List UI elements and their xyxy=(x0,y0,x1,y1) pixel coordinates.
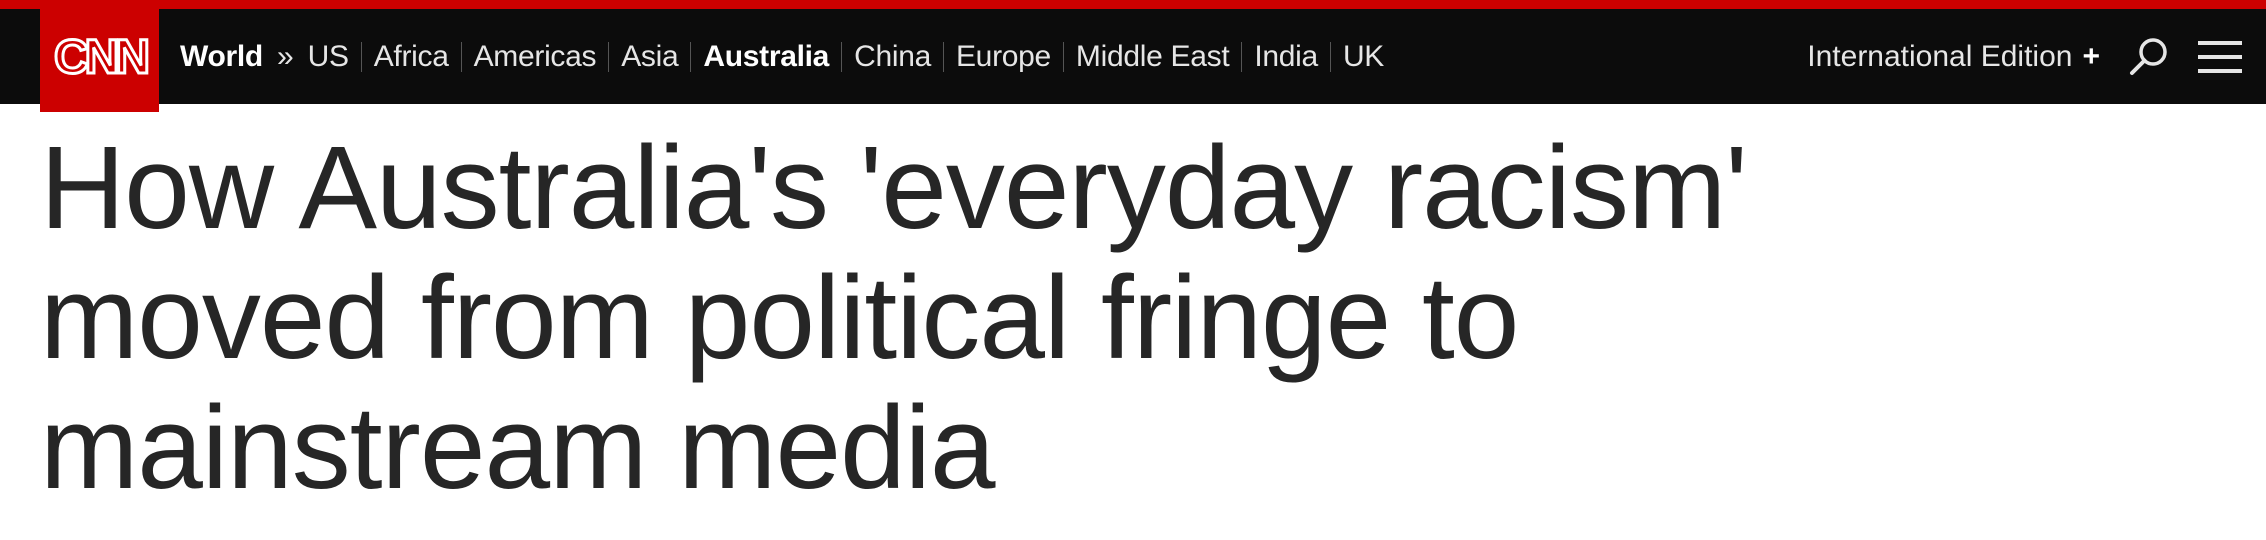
nav-section-world[interactable]: World xyxy=(180,40,263,74)
nav-item-india[interactable]: India xyxy=(1254,40,1318,74)
breadcrumb-chevron: » xyxy=(276,39,294,73)
edition-label: International Edition xyxy=(1807,39,2073,73)
nav-divider xyxy=(841,41,843,72)
nav-item-europe[interactable]: Europe xyxy=(956,40,1051,74)
nav-divider xyxy=(460,41,462,72)
top-navigation-bar: World » US Africa Americas Asia Australi… xyxy=(0,9,2266,104)
cnn-logo-mark: CNN xyxy=(52,30,150,86)
nav-divider xyxy=(360,41,362,72)
nav-item-us[interactable]: US xyxy=(308,40,349,74)
plus-icon: + xyxy=(2082,39,2100,73)
nav-item-china[interactable]: China xyxy=(854,40,931,74)
nav-divider xyxy=(1062,41,1064,72)
search-icon[interactable] xyxy=(2127,35,2171,79)
page: World » US Africa Americas Asia Australi… xyxy=(0,0,2266,540)
top-accent-bar xyxy=(0,0,2266,9)
nav-item-africa[interactable]: Africa xyxy=(374,40,449,74)
article-headline: How Australia's 'everyday racism' moved … xyxy=(40,122,1748,514)
nav-item-uk[interactable]: UK xyxy=(1343,40,1384,74)
nav-divider xyxy=(608,41,610,72)
nav-item-americas[interactable]: Americas xyxy=(474,40,597,74)
nav-divider xyxy=(1329,41,1331,72)
section-navigation: World » US Africa Americas Asia Australi… xyxy=(180,9,1384,104)
nav-divider xyxy=(1241,41,1243,72)
edition-picker[interactable]: International Edition + xyxy=(1807,9,2100,104)
nav-item-australia[interactable]: Australia xyxy=(703,40,829,74)
cnn-logo[interactable]: CNN xyxy=(40,0,159,112)
logo-text: CNN xyxy=(54,31,147,84)
nav-divider xyxy=(942,41,944,72)
nav-divider xyxy=(690,41,692,72)
nav-item-asia[interactable]: Asia xyxy=(621,40,678,74)
nav-item-middle-east[interactable]: Middle East xyxy=(1076,40,1230,74)
hamburger-menu-icon[interactable] xyxy=(2198,39,2242,75)
